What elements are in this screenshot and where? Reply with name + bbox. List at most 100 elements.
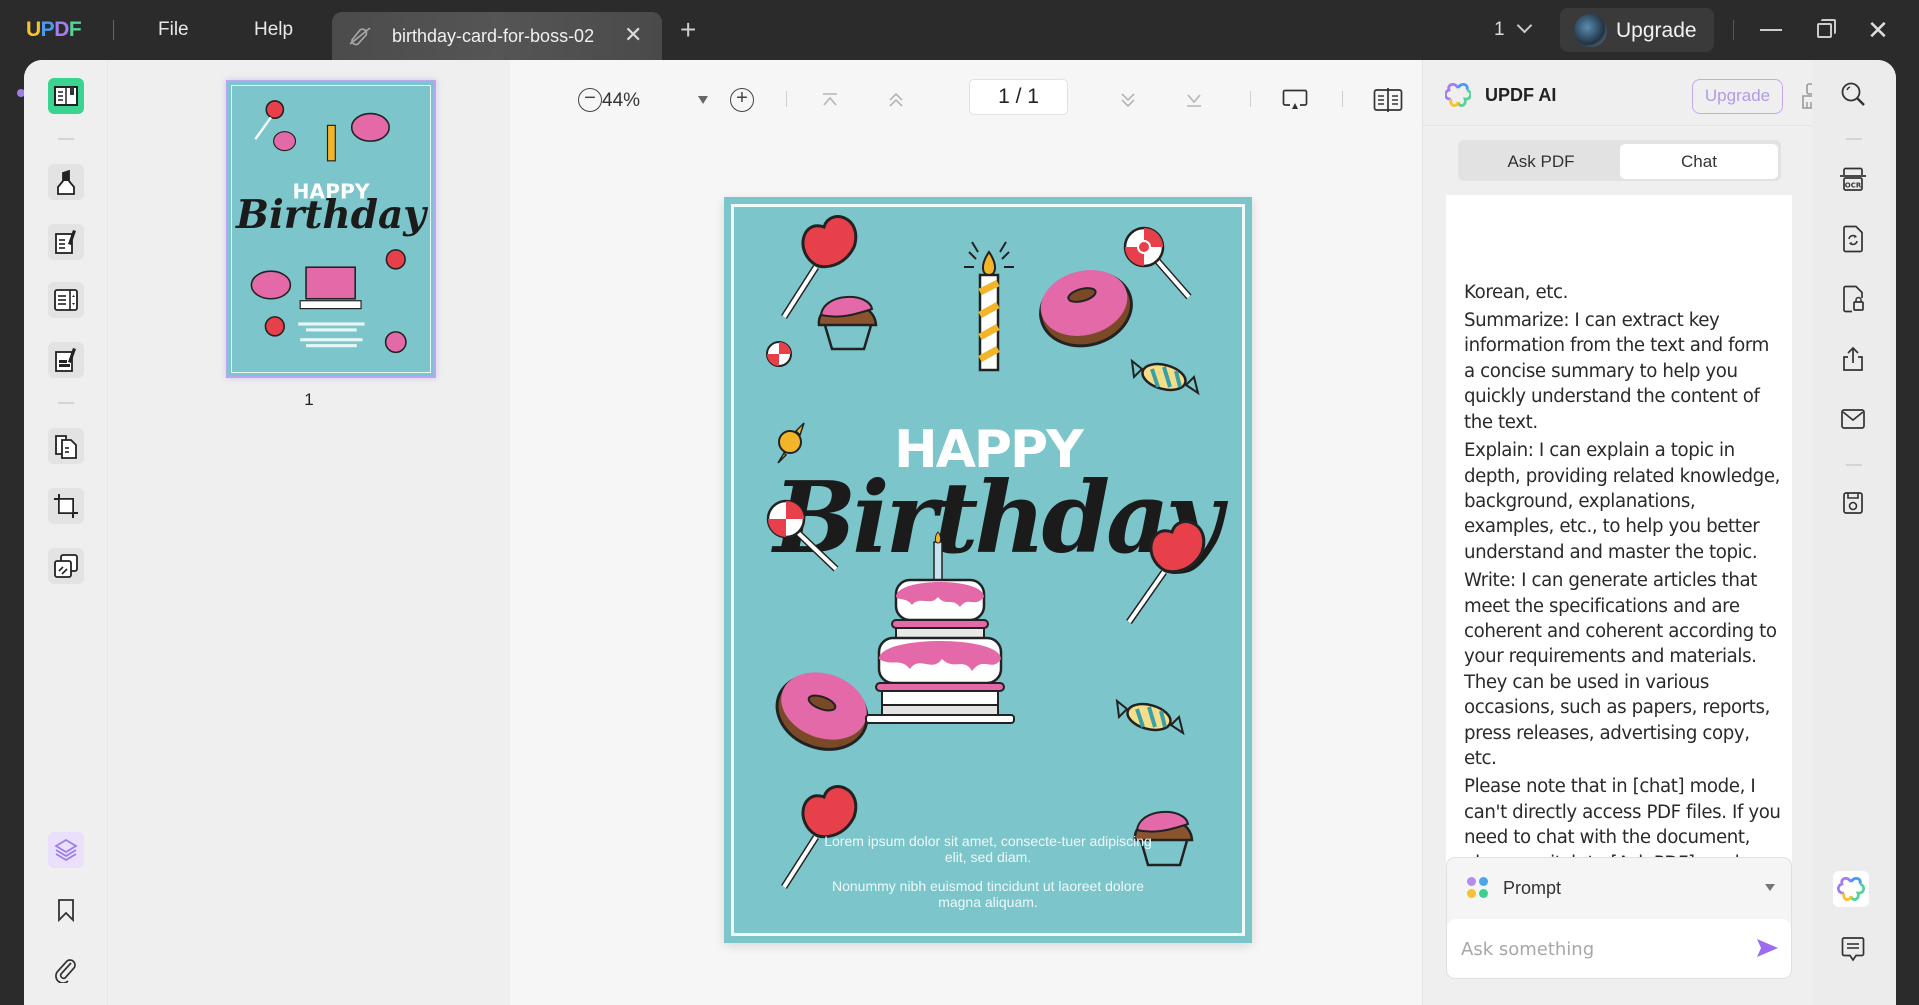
fill-sign-button[interactable] [48,342,84,378]
logo-letter-p: P [40,18,55,41]
save-button[interactable] [1838,488,1868,518]
ocr-icon: OCR [1840,167,1866,191]
ai-upgrade-button[interactable]: Upgrade [1692,79,1783,114]
chat-message-area[interactable]: Korean, etc. Summarize: I can extract ke… [1446,195,1792,889]
ai-message: Korean, etc. Summarize: I can extract ke… [1464,280,1784,879]
chevrons-up-icon [889,92,903,107]
window-page-number: 1 [1494,19,1505,40]
save-icon [1843,492,1863,514]
zoom-dropdown-caret[interactable] [698,96,708,104]
rail-separator [58,138,74,140]
updf-ai-icon [1837,877,1865,901]
page-display-button[interactable] [48,282,84,318]
zoom-out-button[interactable]: − [576,86,604,114]
donut-icon [775,672,869,751]
book-icon [54,86,78,106]
restore-icon-front [1817,23,1832,38]
form-edit-icon [55,348,76,372]
prompt-selector[interactable]: Prompt [1447,858,1791,918]
presentation-icon [1282,89,1308,109]
page-number-input[interactable]: 1 / 1 [969,79,1068,115]
ocr-button[interactable]: OCR [1838,164,1868,194]
first-page-button[interactable] [816,86,844,114]
prompt-label: Prompt [1503,878,1562,898]
highlighter-icon [57,169,75,195]
peppermint-icon [766,341,792,367]
last-page-icon [1187,94,1201,107]
svg-text:OCR: OCR [1845,182,1862,190]
zoom-in-button[interactable]: + [728,86,756,114]
prompt-composer: Prompt [1446,857,1792,979]
updf-ai-logo-icon [1445,83,1471,107]
ask-input[interactable] [1447,919,1791,978]
zoom-in-icon: + [730,88,754,112]
ai-panel-header: UPDF AI Upgrade [1423,60,1818,126]
share-button[interactable] [1838,344,1868,374]
window-controls-separator [1733,20,1734,40]
crop-icon [54,494,78,518]
paperclip-icon [55,959,76,983]
search-button[interactable] [1838,79,1868,109]
caret-down-icon [1765,884,1775,891]
previous-page-button[interactable] [882,86,910,114]
ai-panel-title: UPDF AI [1485,85,1557,105]
attachments-button[interactable] [48,952,84,988]
cupcake-icon [817,296,878,351]
zoom-level[interactable]: 44% [602,90,640,112]
email-button[interactable] [1838,404,1868,434]
tab-close-icon[interactable]: ✕ [624,22,642,48]
toolbar-separator [1250,91,1251,107]
restore-button[interactable] [1804,12,1844,48]
minimize-button[interactable] [1750,12,1790,48]
page-thumbnail[interactable]: HAPPY Birthday [226,80,436,378]
bookmarks-button[interactable] [48,892,84,928]
tab-ask-pdf[interactable]: Ask PDF [1462,144,1620,179]
prompt-grid-icon [1467,877,1489,899]
organize-pages-button[interactable] [48,428,84,464]
page-tools-button[interactable] [48,548,84,584]
last-page-button[interactable] [1180,86,1208,114]
card-paragraph-1: Lorem ipsum dolor sit amet, consecte-tue… [824,833,1152,865]
convert-button[interactable] [1838,224,1868,254]
file-lock-icon [1843,285,1864,313]
comment-list-icon [1841,937,1865,962]
wrapped-candy-icon [1130,358,1200,396]
next-page-button[interactable] [1114,86,1142,114]
edit-pdf-button[interactable] [48,224,84,260]
pdf-page[interactable]: HAPPY Birthday Lorem ipsum dolor sit ame… [724,197,1252,943]
window-page-selector[interactable]: 1 [1494,17,1532,41]
app-body: HAPPY Birthday 1 − 44% + 1 / 1 HAPPY Bir… [24,60,1896,1005]
layers-button[interactable] [48,832,84,868]
comment-tool-button[interactable] [48,164,84,200]
card-artwork: HAPPY Birthday [766,215,1233,889]
menu-file[interactable]: File [158,19,189,41]
reader-mode-button[interactable] [48,78,84,114]
ai-mode-tabs: Ask PDF Chat [1458,140,1781,181]
user-avatar[interactable] [1574,14,1607,47]
pages-icon [55,435,77,459]
close-window-button[interactable]: ✕ [1858,12,1898,48]
book-view-icon [1373,88,1403,112]
message-write: Write: I can generate articles that meet… [1464,570,1777,769]
ai-assistant-panel: UPDF AI Upgrade Ask PDF Chat Korean, etc… [1422,60,1818,1005]
tab-chat[interactable]: Chat [1620,144,1778,179]
document-tab[interactable]: birthday-card-for-boss-02 ✕ [332,12,662,60]
protect-button[interactable] [1838,284,1868,314]
upgrade-button[interactable]: Upgrade [1560,8,1714,52]
right-tool-rail: OCR [1812,60,1896,1005]
share-icon [1843,346,1863,371]
send-icon[interactable] [1755,936,1779,960]
slideshow-button[interactable] [1280,86,1310,114]
two-page-view-button[interactable] [1372,86,1404,114]
message-explain: Explain: I can explain a topic in depth,… [1464,440,1780,563]
menu-help[interactable]: Help [254,19,293,41]
view-toolbar: − 44% + 1 / 1 [510,60,1422,140]
chevrons-down-icon [1121,93,1135,108]
toolbar-separator [786,91,787,107]
comments-button[interactable] [1838,934,1868,964]
left-tool-rail [24,60,108,1005]
crop-pages-button[interactable] [48,488,84,524]
ai-assistant-toggle[interactable] [1833,871,1869,907]
new-tab-button[interactable]: + [680,14,696,46]
upgrade-label: Upgrade [1616,19,1697,42]
